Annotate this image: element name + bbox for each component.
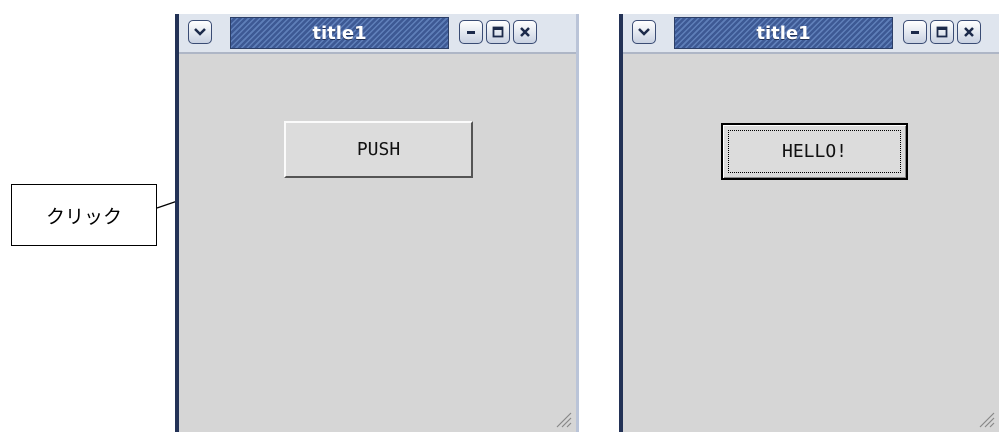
window-title: title1 xyxy=(756,22,811,44)
title-strip[interactable]: title1 xyxy=(674,17,893,49)
chevron-down-icon[interactable] xyxy=(632,20,656,44)
title-strip[interactable]: title1 xyxy=(230,17,449,49)
window-after: title1 HELLO! xyxy=(619,14,999,432)
hello-button[interactable]: HELLO! xyxy=(721,123,908,180)
click-callout: クリック xyxy=(11,184,157,246)
maximize-icon[interactable] xyxy=(486,20,510,44)
callout-label: クリック xyxy=(45,205,122,228)
push-button-label: PUSH xyxy=(356,139,401,160)
window-content: PUSH xyxy=(179,54,576,432)
close-icon[interactable] xyxy=(513,20,537,44)
minimize-icon[interactable] xyxy=(903,20,927,44)
maximize-icon[interactable] xyxy=(930,20,954,44)
chevron-down-icon[interactable] xyxy=(188,20,212,44)
window-title: title1 xyxy=(312,22,367,44)
resize-grip-icon[interactable] xyxy=(975,408,995,428)
window-content: HELLO! xyxy=(623,54,999,432)
titlebar: title1 xyxy=(623,14,999,54)
close-icon[interactable] xyxy=(957,20,981,44)
resize-grip-icon[interactable] xyxy=(552,408,572,428)
hello-button-label: HELLO! xyxy=(781,141,848,162)
focus-ring: HELLO! xyxy=(728,130,901,173)
minimize-icon[interactable] xyxy=(459,20,483,44)
push-button[interactable]: PUSH xyxy=(284,121,473,178)
window-before: title1 PUSH xyxy=(175,14,579,432)
titlebar: title1 xyxy=(179,14,576,54)
